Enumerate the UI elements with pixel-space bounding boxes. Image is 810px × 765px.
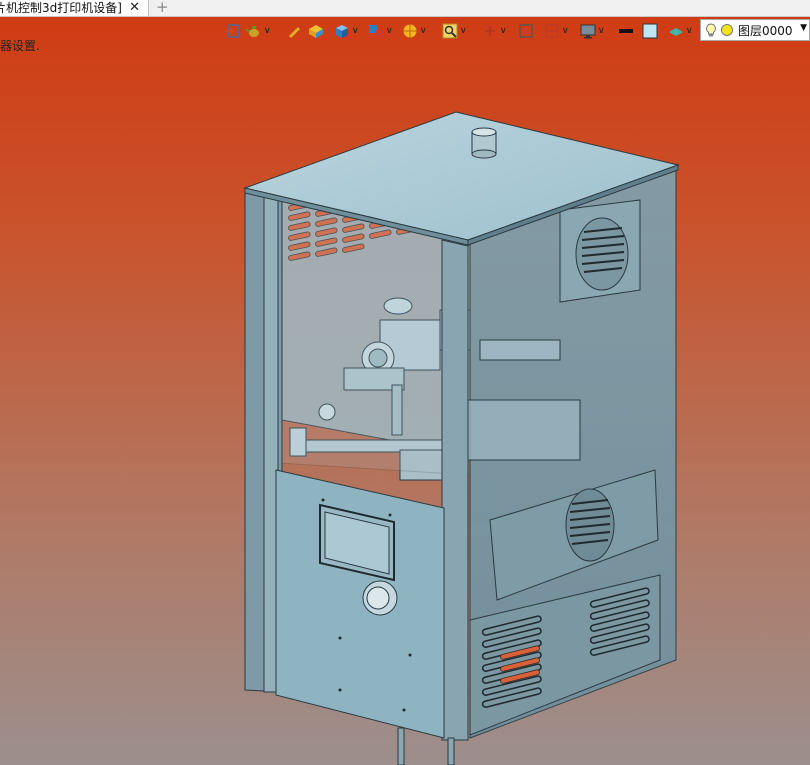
monitor-button[interactable]: ∨ (580, 20, 605, 42)
layer-dropdown[interactable]: 图层0000 ▼ (700, 19, 810, 41)
printer-model[interactable] (243, 111, 680, 765)
front-panel (275, 469, 445, 739)
close-icon[interactable]: ✕ (129, 0, 140, 16)
exit-button[interactable] (224, 20, 240, 42)
teapot-button[interactable]: ∨ (246, 20, 271, 42)
chevron-down-icon: ∨ (499, 26, 507, 36)
chevron-down-icon: ∨ (351, 26, 359, 36)
zoom-icon (442, 23, 458, 39)
box-icon (309, 25, 323, 38)
chevron-down-icon: ∨ (385, 26, 393, 36)
tab-bar: 片机控制3d打印机设备] ✕ + (0, 0, 810, 17)
pen-button[interactable] (286, 20, 302, 42)
box-button[interactable] (308, 20, 324, 42)
chevron-down-icon: ∨ (459, 26, 467, 36)
monitor-icon (580, 24, 596, 39)
leg (447, 737, 455, 765)
layer-name: 图层0000 (738, 23, 793, 38)
rotate-button[interactable]: ∨ (482, 20, 507, 42)
split-icon (545, 24, 559, 38)
fan-top (559, 199, 641, 303)
lightbulb-icon (706, 23, 716, 37)
line-color-button[interactable] (618, 20, 634, 42)
plane-button[interactable]: ∨ (668, 20, 693, 42)
teapot-icon (246, 26, 259, 37)
color-swatch-icon (642, 23, 658, 39)
plane-icon (669, 28, 683, 36)
sphere-icon (403, 24, 417, 38)
exit-icon (225, 24, 239, 38)
frame-button[interactable] (518, 20, 534, 42)
chevron-down-icon: ∨ (685, 26, 693, 36)
rotate-icon (484, 25, 496, 37)
sun-icon (721, 24, 733, 36)
top-cylinder (471, 127, 497, 159)
frame-icon (519, 24, 533, 38)
cube-group-button[interactable]: ∨ (368, 20, 393, 42)
toolbar: ∨ ∨ ∨ ∨ ∨ ∨ ∨ ∨ ∨ 图层0000 ▼ (220, 19, 810, 43)
pen-icon (289, 25, 302, 38)
chevron-down-icon: ▼ (800, 23, 807, 33)
chevron-down-icon: ∨ (561, 26, 569, 36)
sphere-button[interactable]: ∨ (402, 20, 427, 42)
3d-viewport[interactable] (0, 44, 810, 765)
black-line-icon (619, 29, 633, 33)
cube-icon (336, 25, 348, 38)
cube-group-icon (369, 25, 383, 38)
leg (397, 727, 405, 765)
add-tab-button[interactable]: + (156, 0, 169, 15)
chevron-down-icon: ∨ (263, 26, 271, 36)
chevron-down-icon: ∨ (419, 26, 427, 36)
tab-title: 片机控制3d打印机设备] (0, 1, 122, 15)
chevron-down-icon: ∨ (597, 26, 605, 36)
document-tab[interactable]: 片机控制3d打印机设备] ✕ (0, 0, 149, 16)
fill-color-button[interactable] (642, 20, 658, 42)
zoom-button[interactable]: ∨ (442, 20, 467, 42)
split-button[interactable]: ∨ (544, 20, 569, 42)
front-pillar (441, 239, 469, 741)
cube-button[interactable]: ∨ (334, 20, 359, 42)
